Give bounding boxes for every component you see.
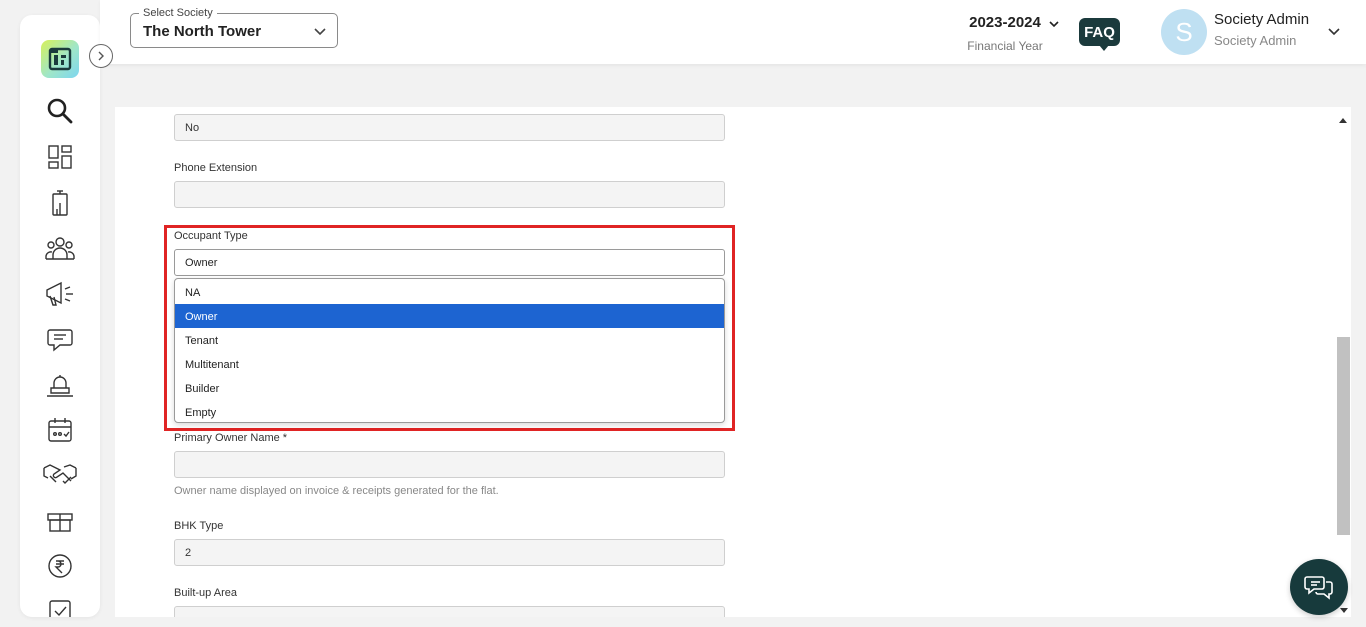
builtup-area-label: Built-up Area: [174, 587, 237, 599]
occupant-type-dropdown: NA Owner Tenant Multitenant Builder Empt…: [174, 278, 725, 423]
occupant-option-tenant[interactable]: Tenant: [175, 328, 724, 352]
app-logo[interactable]: [41, 40, 79, 78]
faq-button[interactable]: FAQ: [1079, 18, 1120, 51]
bhk-type-input[interactable]: 2: [174, 539, 725, 566]
occupant-option-empty[interactable]: Empty: [175, 400, 724, 422]
chat-support-button[interactable]: [1290, 559, 1348, 615]
occupant-option-multitenant[interactable]: Multitenant: [175, 352, 724, 376]
chat-icon[interactable]: [44, 323, 76, 355]
occupant-option-builder[interactable]: Builder: [175, 376, 724, 400]
top-field-input[interactable]: No: [174, 114, 725, 141]
primary-owner-helper: Owner name displayed on invoice & receip…: [174, 485, 499, 497]
occupant-type-select[interactable]: Owner: [174, 249, 725, 276]
facility-icon[interactable]: [44, 369, 76, 401]
user-name: Society Admin: [1214, 11, 1310, 28]
building-icon[interactable]: [44, 187, 76, 219]
chevron-down-icon: [1048, 17, 1060, 35]
financial-year-selector[interactable]: 2023-2024 Financial Year: [950, 14, 1060, 53]
chevron-down-icon[interactable]: [1327, 24, 1341, 43]
calendar-icon[interactable]: [44, 414, 76, 446]
primary-owner-input[interactable]: [174, 451, 725, 478]
avatar[interactable]: S: [1161, 9, 1207, 55]
occupant-type-label: Occupant Type: [174, 230, 248, 242]
sidebar: [20, 15, 100, 617]
tasks-icon[interactable]: [44, 595, 76, 617]
financial-year-label: Financial Year: [967, 39, 1043, 53]
society-select-label: Select Society: [139, 7, 217, 19]
society-select-value: The North Tower: [143, 23, 262, 40]
scroll-up-arrow-icon[interactable]: [1339, 112, 1347, 130]
primary-owner-label: Primary Owner Name *: [174, 432, 288, 444]
announcement-icon[interactable]: [44, 278, 76, 310]
society-select[interactable]: Select Society The North Tower: [130, 7, 338, 48]
phone-extension-input[interactable]: [174, 181, 725, 208]
user-role: Society Admin: [1214, 33, 1297, 48]
chevron-right-icon: [98, 51, 104, 61]
chat-bubbles-icon: [1304, 576, 1333, 600]
members-icon[interactable]: [44, 232, 76, 264]
occupant-option-owner[interactable]: Owner: [175, 304, 724, 328]
chevron-down-icon: [313, 24, 327, 43]
handshake-icon[interactable]: [42, 458, 78, 490]
search-icon[interactable]: [44, 95, 76, 127]
occupant-option-na[interactable]: NA: [175, 280, 724, 304]
gift-icon[interactable]: [44, 504, 76, 536]
builtup-area-input[interactable]: [174, 606, 725, 617]
sidebar-toggle-button[interactable]: [89, 44, 113, 68]
scrollbar-thumb[interactable]: [1337, 337, 1350, 535]
rupee-icon[interactable]: [44, 550, 76, 582]
dashboard-icon[interactable]: [44, 141, 76, 173]
logo-icon: [48, 47, 72, 71]
phone-extension-label: Phone Extension: [174, 162, 258, 174]
bhk-type-label: BHK Type: [174, 520, 224, 532]
top-header: Select Society The North Tower 2023-2024…: [100, 0, 1366, 64]
financial-year-value: 2023-2024: [969, 14, 1041, 31]
